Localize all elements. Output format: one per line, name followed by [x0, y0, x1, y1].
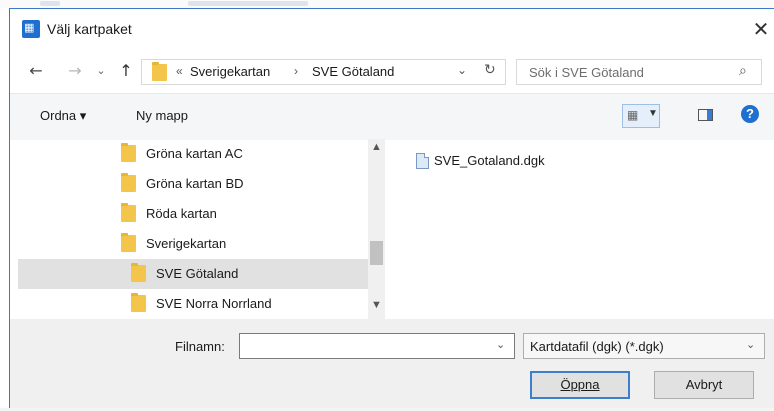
- folder-icon: [131, 263, 146, 282]
- tree-item-sverigekartan[interactable]: Sverigekartan: [18, 229, 368, 259]
- folder-icon: [121, 143, 136, 162]
- breadcrumb-sve-gotaland[interactable]: SVE Götaland: [312, 64, 394, 79]
- open-button[interactable]: Öppna: [530, 371, 630, 399]
- filename-dropdown-icon[interactable]: ⌄: [496, 338, 505, 351]
- search-box[interactable]: Sök i SVE Götaland ⌕: [516, 59, 762, 85]
- filename-input[interactable]: [240, 334, 490, 358]
- folder-icon: [121, 173, 136, 192]
- tree-scrollbar[interactable]: ▲ ▼: [368, 139, 385, 319]
- scroll-up-icon[interactable]: ▲: [371, 141, 382, 153]
- filename-combobox[interactable]: ⌄: [239, 333, 515, 359]
- preview-pane-icon[interactable]: [698, 109, 713, 121]
- close-icon[interactable]: ✕: [748, 14, 774, 44]
- app-icon: ▦: [22, 20, 40, 38]
- file-name: SVE_Gotaland.dgk: [434, 153, 545, 168]
- navigation-bar: ← → ⌄ ↑ « Sverigekartan › SVE Götaland ⌄…: [10, 49, 774, 93]
- document-icon: [416, 153, 429, 169]
- search-icon[interactable]: ⌕: [739, 63, 747, 79]
- filename-label: Filnamn:: [175, 339, 225, 354]
- tree-item-grona-kartan-ac[interactable]: Gröna kartan AC: [18, 139, 368, 169]
- change-view-button[interactable]: ▦ ▼: [622, 104, 660, 128]
- command-toolbar: Ordna ▾ Ny mapp ▦ ▼ ?: [10, 93, 774, 140]
- back-arrow-icon[interactable]: ←: [26, 59, 46, 83]
- file-list: SVE_Gotaland.dgk: [386, 139, 774, 319]
- folder-icon: [152, 62, 167, 81]
- folder-icon: [121, 203, 136, 222]
- forward-arrow-icon[interactable]: →: [65, 59, 85, 83]
- help-icon[interactable]: ?: [741, 105, 759, 123]
- file-type-dropdown-icon[interactable]: ⌄: [746, 338, 755, 351]
- dialog-footer: Filnamn: ⌄ Kartdatafil (dgk) (*.dgk) ⌄ Ö…: [10, 319, 774, 409]
- background-window-strip: [0, 0, 774, 8]
- address-dropdown-icon[interactable]: ⌄: [457, 63, 467, 77]
- tree-item-label: SVE Götaland: [156, 266, 239, 281]
- cancel-button[interactable]: Avbryt: [654, 371, 754, 399]
- file-type-value: Kartdatafil (dgk) (*.dgk): [530, 339, 664, 354]
- recent-locations-chevron-icon[interactable]: ⌄: [94, 59, 108, 83]
- view-dropdown-icon[interactable]: ▼: [648, 108, 658, 119]
- tree-item-sve-norra-norrland[interactable]: SVE Norra Norrland: [18, 289, 368, 319]
- navigation-tree: Gröna kartan AC Gröna kartan BD Röda kar…: [18, 139, 368, 319]
- tree-item-label: Röda kartan: [146, 206, 217, 221]
- scroll-down-icon[interactable]: ▼: [371, 299, 382, 311]
- folder-icon: [131, 293, 146, 312]
- breadcrumb-separator[interactable]: ›: [294, 64, 298, 78]
- tree-item-label: Gröna kartan BD: [146, 176, 244, 191]
- open-button-label: Öppna: [560, 377, 600, 392]
- tree-item-label: Sverigekartan: [146, 236, 227, 251]
- refresh-icon[interactable]: ↻: [484, 62, 496, 78]
- tree-item-sve-gotaland[interactable]: SVE Götaland: [18, 259, 368, 289]
- address-bar[interactable]: « Sverigekartan › SVE Götaland ⌄ ↻: [141, 59, 506, 85]
- new-folder-button[interactable]: Ny mapp: [136, 108, 188, 123]
- tree-item-label: SVE Norra Norrland: [156, 296, 272, 311]
- search-placeholder[interactable]: Sök i SVE Götaland: [529, 65, 644, 80]
- tree-item-grona-kartan-bd[interactable]: Gröna kartan BD: [18, 169, 368, 199]
- breadcrumb-overflow[interactable]: «: [176, 64, 183, 78]
- file-type-select[interactable]: Kartdatafil (dgk) (*.dgk) ⌄: [523, 333, 765, 359]
- scroll-thumb[interactable]: [370, 241, 383, 265]
- details-view-icon: ▦: [627, 108, 639, 122]
- up-arrow-icon[interactable]: ↑: [116, 59, 136, 83]
- open-file-dialog: ▦ Välj kartpaket ✕ ← → ⌄ ↑ « Sverigekart…: [9, 8, 774, 409]
- breadcrumb-sverigekartan[interactable]: Sverigekartan: [190, 64, 270, 79]
- title-bar: ▦ Välj kartpaket ✕: [10, 9, 774, 49]
- tree-item-roda-kartan[interactable]: Röda kartan: [18, 199, 368, 229]
- folder-icon: [121, 233, 136, 252]
- window-title: Välj kartpaket: [47, 21, 132, 37]
- tree-item-label: Gröna kartan AC: [146, 146, 243, 161]
- organize-menu-button[interactable]: Ordna ▾: [40, 108, 86, 124]
